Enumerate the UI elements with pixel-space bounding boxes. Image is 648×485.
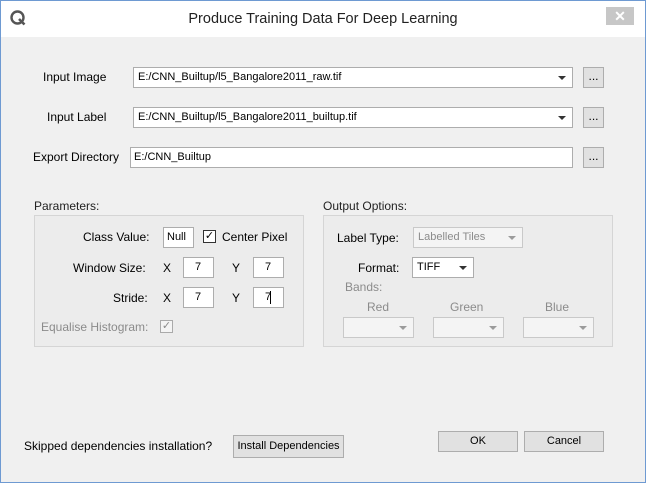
export-directory-label: Export Directory: [33, 150, 120, 164]
input-label-value: E:/CNN_Builtup/l5_Bangalore2011_builtup.…: [138, 111, 357, 123]
label-type-value: Labelled Tiles: [418, 231, 486, 243]
class-value-label: Class Value:: [83, 230, 150, 244]
install-dependencies-button[interactable]: Install Dependencies: [233, 435, 344, 458]
label-type-combo[interactable]: Labelled Tiles: [413, 227, 523, 248]
center-pixel-checkbox[interactable]: ✓: [203, 230, 216, 243]
red-band-combo[interactable]: [343, 317, 414, 338]
input-label-combo[interactable]: E:/CNN_Builtup/l5_Bangalore2011_builtup.…: [133, 107, 573, 128]
close-button[interactable]: ✕: [606, 7, 634, 25]
window-x-input[interactable]: 7: [183, 257, 214, 278]
output-options-title: Output Options:: [323, 199, 408, 213]
input-label-label: Input Label: [47, 110, 107, 124]
class-value-input[interactable]: Null: [163, 227, 194, 248]
stride-y-input[interactable]: 7: [253, 287, 284, 308]
chevron-down-icon: [558, 116, 566, 120]
title-bar[interactable]: Produce Training Data For Deep Learning …: [1, 1, 645, 37]
chevron-down-icon: [579, 326, 587, 330]
window-y-input[interactable]: 7: [253, 257, 284, 278]
window-size-label: Window Size:: [73, 261, 146, 275]
stride-y-label: Y: [232, 291, 241, 305]
stride-x-label: X: [163, 291, 172, 305]
skipped-dependencies-text: Skipped dependencies installation?: [24, 439, 213, 453]
input-image-value: E:/CNN_Builtup/l5_Bangalore2011_raw.tif: [138, 71, 342, 83]
stride-x-input[interactable]: 7: [183, 287, 214, 308]
export-directory-browse-button[interactable]: ...: [583, 147, 604, 168]
parameters-title: Parameters:: [34, 199, 100, 213]
dialog-content: Input Image E:/CNN_Builtup/l5_Bangalore2…: [1, 37, 645, 482]
chevron-down-icon: [558, 76, 566, 80]
input-image-label: Input Image: [43, 70, 107, 84]
equalise-histogram-label: Equalise Histogram:: [41, 320, 149, 334]
dialog-window: Produce Training Data For Deep Learning …: [0, 0, 646, 483]
chevron-down-icon: [508, 236, 516, 240]
text-cursor: [270, 291, 271, 304]
format-combo[interactable]: TIFF: [412, 257, 474, 278]
export-directory-input[interactable]: E:/CNN_Builtup: [130, 147, 573, 168]
cancel-button[interactable]: Cancel: [524, 431, 604, 452]
blue-band-label: Blue: [545, 300, 570, 314]
window-x-label: X: [163, 261, 172, 275]
format-value: TIFF: [417, 261, 441, 273]
chevron-down-icon: [489, 326, 497, 330]
input-label-browse-button[interactable]: ...: [583, 107, 604, 128]
red-band-label: Red: [367, 300, 390, 314]
center-pixel-label: Center Pixel: [222, 230, 288, 244]
equalise-histogram-checkbox[interactable]: ✓: [160, 320, 173, 333]
window-title: Produce Training Data For Deep Learning: [188, 11, 458, 27]
green-band-combo[interactable]: [433, 317, 504, 338]
format-label: Format:: [358, 261, 400, 275]
green-band-label: Green: [450, 300, 484, 314]
input-image-combo[interactable]: E:/CNN_Builtup/l5_Bangalore2011_raw.tif: [133, 67, 573, 88]
ok-button[interactable]: OK: [438, 431, 518, 452]
chevron-down-icon: [459, 266, 467, 270]
input-image-browse-button[interactable]: ...: [583, 67, 604, 88]
label-type-label: Label Type:: [337, 231, 399, 245]
chevron-down-icon: [399, 326, 407, 330]
blue-band-combo[interactable]: [523, 317, 594, 338]
stride-label: Stride:: [113, 291, 148, 305]
window-y-label: Y: [232, 261, 241, 275]
bands-label: Bands:: [345, 280, 383, 294]
